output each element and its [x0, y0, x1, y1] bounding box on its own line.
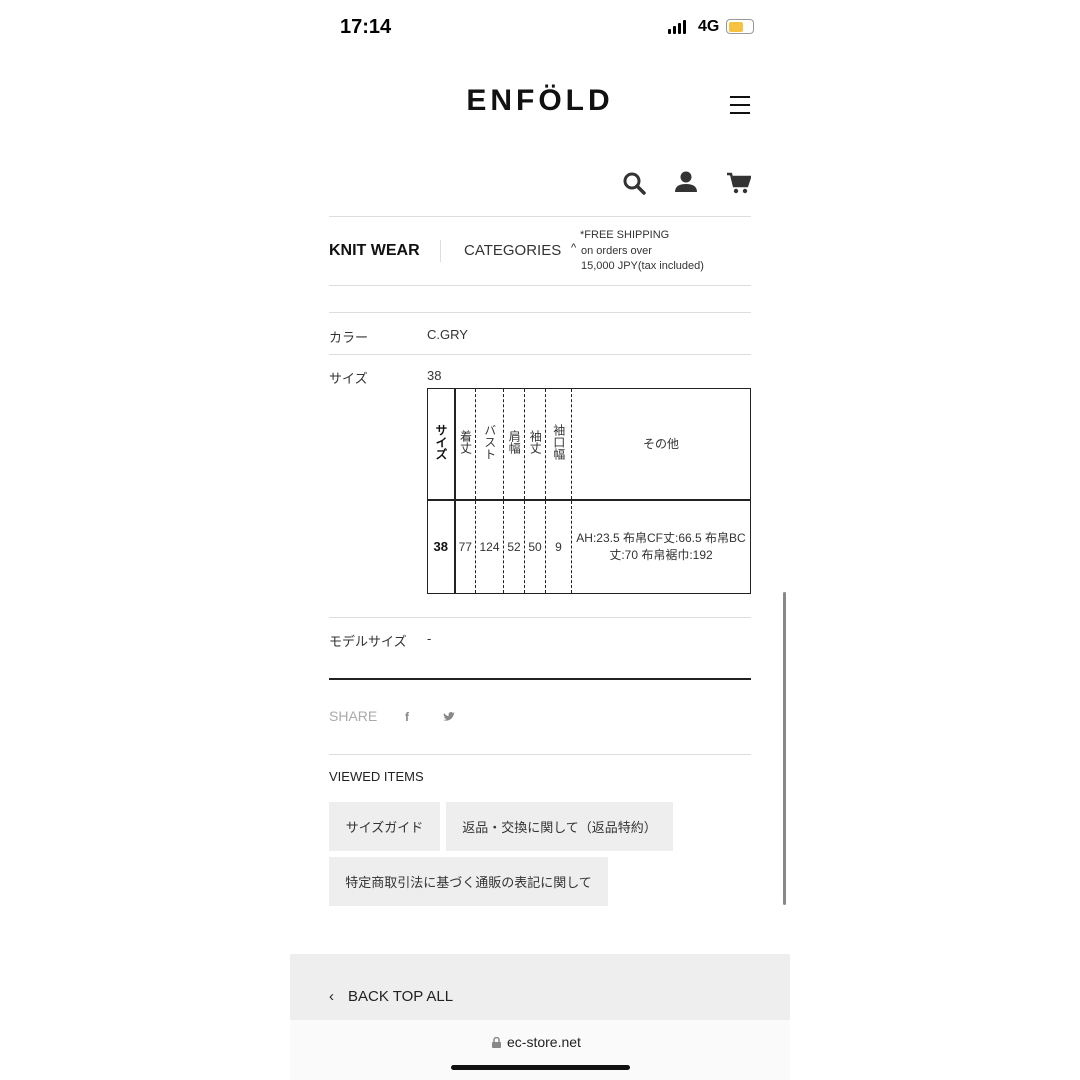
table-header-row: サイズ 着丈 バスト 肩幅 袖丈 袖口幅 その他: [427, 388, 751, 501]
size-label: サイズ: [329, 371, 368, 386]
model-size-label: モデルサイズ: [329, 634, 407, 649]
size-value: 38: [427, 368, 442, 383]
size-table: サイズ 着丈 バスト 肩幅 袖丈 袖口幅 その他 38 77 124 52 50…: [427, 388, 751, 594]
battery-icon: [726, 19, 754, 34]
footer: [290, 954, 790, 1020]
home-indicator[interactable]: [451, 1065, 630, 1070]
legal-notice-link[interactable]: 特定商取引法に基づく通販の表記に関して: [329, 857, 608, 906]
brand-logo[interactable]: ENFÖLD: [0, 84, 1080, 118]
share-label: SHARE: [329, 708, 378, 724]
viewed-items-heading: VIEWED ITEMS: [329, 769, 424, 784]
search-icon[interactable]: [622, 171, 646, 195]
color-value: C.GRY: [427, 327, 468, 342]
account-icon[interactable]: [675, 171, 697, 193]
chevron-up-icon[interactable]: ^: [571, 242, 576, 254]
categories-dropdown[interactable]: CATEGORIES: [464, 242, 561, 259]
status-time: 17:14: [340, 16, 392, 38]
size-guide-link[interactable]: サイズガイド: [329, 802, 440, 851]
facebook-icon[interactable]: f: [405, 710, 409, 724]
network-type: 4G: [698, 18, 720, 35]
scrollbar[interactable]: [783, 592, 786, 905]
url-field[interactable]: ec-store.net: [492, 1034, 581, 1050]
chevron-left-icon: ‹: [329, 988, 334, 1005]
model-size-value: -: [427, 631, 432, 646]
signal-icon: [668, 20, 686, 34]
cart-icon[interactable]: [727, 172, 751, 194]
browser-bar: [290, 1020, 790, 1080]
hamburger-menu-icon[interactable]: [730, 96, 750, 120]
current-category[interactable]: KNIT WEAR: [329, 242, 420, 260]
lock-icon: [492, 1036, 501, 1048]
back-top-all-link[interactable]: ‹ BACK TOP ALL: [329, 988, 453, 1005]
returns-policy-link[interactable]: 返品・交換に関して（返品特約）: [446, 802, 673, 851]
table-row: 38 77 124 52 50 9 AH:23.5 布帛CF丈:66.5 布帛B…: [427, 499, 751, 594]
twitter-icon[interactable]: [443, 712, 455, 722]
color-label: カラー: [329, 330, 369, 345]
free-shipping-note: *FREE SHIPPING on orders over 15,000 JPY…: [580, 229, 704, 272]
